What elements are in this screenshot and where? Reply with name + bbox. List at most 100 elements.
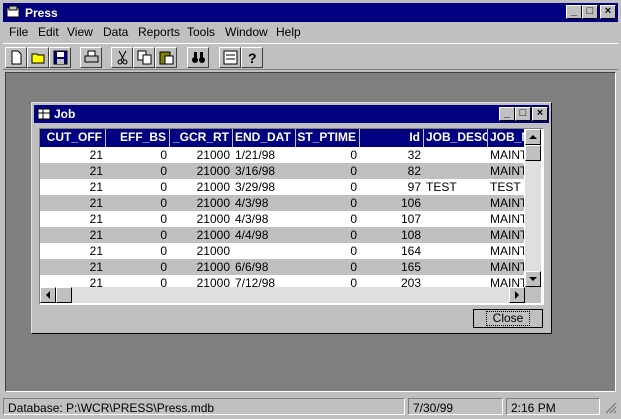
- job-minimize-button[interactable]: _: [499, 107, 515, 121]
- print-button[interactable]: [80, 47, 102, 68]
- column-header[interactable]: _GCR_RT: [170, 129, 233, 147]
- save-button[interactable]: [49, 47, 71, 68]
- find-button[interactable]: [187, 47, 209, 68]
- table-cell[interactable]: [424, 243, 488, 259]
- column-header[interactable]: END_DAT: [233, 129, 296, 147]
- table-cell[interactable]: 21: [40, 259, 106, 275]
- table-cell[interactable]: 21000: [170, 147, 233, 163]
- menu-reports[interactable]: Reports: [138, 25, 180, 39]
- table-cell[interactable]: 21: [40, 243, 106, 259]
- vertical-scrollbar[interactable]: [525, 129, 541, 287]
- job-close-icon-button[interactable]: ×: [532, 107, 548, 121]
- table-cell[interactable]: 21000: [170, 227, 233, 243]
- table-cell[interactable]: 0: [296, 147, 360, 163]
- table-cell[interactable]: 21: [40, 147, 106, 163]
- table-cell[interactable]: 0: [296, 195, 360, 211]
- table-cell[interactable]: MAINT: [488, 163, 524, 179]
- scroll-left-button[interactable]: [40, 287, 56, 303]
- table-cell[interactable]: 4/3/98: [233, 211, 296, 227]
- table-cell[interactable]: 1/21/98: [233, 147, 296, 163]
- table-cell[interactable]: TEST: [424, 179, 488, 195]
- table-cell[interactable]: 21: [40, 227, 106, 243]
- close-window-button[interactable]: ×: [600, 5, 616, 19]
- table-cell[interactable]: 3/16/98: [233, 163, 296, 179]
- help-button[interactable]: ?: [241, 47, 263, 68]
- table-cell[interactable]: 108: [360, 227, 424, 243]
- horizontal-scroll-thumb[interactable]: [56, 287, 72, 303]
- table-cell[interactable]: 21000: [170, 163, 233, 179]
- table-cell[interactable]: 0: [106, 211, 170, 227]
- job-maximize-button[interactable]: □: [515, 107, 531, 121]
- table-cell[interactable]: 21: [40, 179, 106, 195]
- table-cell[interactable]: 0: [296, 243, 360, 259]
- table-cell[interactable]: MAINT: [488, 147, 524, 163]
- menu-view[interactable]: View: [67, 25, 93, 39]
- table-cell[interactable]: 164: [360, 243, 424, 259]
- table-cell[interactable]: 97: [360, 179, 424, 195]
- menu-edit[interactable]: Edit: [38, 25, 59, 39]
- table-cell[interactable]: 21000: [170, 259, 233, 275]
- menu-tools[interactable]: Tools: [187, 25, 215, 39]
- table-cell[interactable]: MAINT: [488, 227, 524, 243]
- column-header[interactable]: ST_PTIME: [296, 129, 360, 147]
- horizontal-scrollbar[interactable]: [40, 287, 525, 303]
- table-cell[interactable]: [424, 211, 488, 227]
- menu-file[interactable]: File: [9, 25, 28, 39]
- table-cell[interactable]: 21000: [170, 243, 233, 259]
- table-cell[interactable]: 21: [40, 195, 106, 211]
- properties-button[interactable]: [219, 47, 241, 68]
- menu-window[interactable]: Window: [225, 25, 268, 39]
- open-button[interactable]: [27, 47, 49, 68]
- column-header[interactable]: JOB_DESC: [424, 129, 488, 147]
- job-window-title-bar[interactable]: Job _ □ ×: [34, 105, 549, 123]
- table-cell[interactable]: 0: [106, 259, 170, 275]
- table-row[interactable]: 21 0 21000 4/3/98 0 106 MAINT: [40, 195, 524, 211]
- job-grid[interactable]: CUT_OFF EFF_BS _GCR_RT END_DAT ST_PTIME …: [39, 128, 544, 305]
- table-cell[interactable]: 4/3/98: [233, 195, 296, 211]
- vertical-scroll-thumb[interactable]: [525, 145, 541, 161]
- table-cell[interactable]: 82: [360, 163, 424, 179]
- table-cell[interactable]: 0: [106, 163, 170, 179]
- table-cell[interactable]: [424, 259, 488, 275]
- column-header[interactable]: CUT_OFF: [40, 129, 106, 147]
- menu-data[interactable]: Data: [103, 25, 128, 39]
- table-cell[interactable]: MAINT: [488, 195, 524, 211]
- table-cell[interactable]: [424, 227, 488, 243]
- table-cell[interactable]: [424, 195, 488, 211]
- scroll-up-button[interactable]: [525, 129, 541, 145]
- table-cell[interactable]: 21: [40, 163, 106, 179]
- table-cell[interactable]: [424, 163, 488, 179]
- table-row[interactable]: 21 0 21000 6/6/98 0 165 MAINT: [40, 259, 524, 275]
- table-row[interactable]: 21 0 21000 4/4/98 0 108 MAINT: [40, 227, 524, 243]
- column-header[interactable]: JOB_N: [488, 129, 524, 147]
- table-cell[interactable]: [424, 147, 488, 163]
- table-cell[interactable]: 0: [296, 259, 360, 275]
- table-row[interactable]: 21 0 21000 3/16/98 0 82 MAINT: [40, 163, 524, 179]
- table-row[interactable]: 21 0 21000 1/21/98 0 32 MAINT: [40, 147, 524, 163]
- table-cell[interactable]: 0: [106, 227, 170, 243]
- close-button[interactable]: Close: [473, 309, 543, 328]
- table-cell[interactable]: 21000: [170, 195, 233, 211]
- table-cell[interactable]: MAINT: [488, 259, 524, 275]
- table-cell[interactable]: 6/6/98: [233, 259, 296, 275]
- table-cell[interactable]: 21000: [170, 179, 233, 195]
- copy-button[interactable]: [133, 47, 155, 68]
- paste-button[interactable]: [155, 47, 177, 68]
- cut-button[interactable]: [111, 47, 133, 68]
- title-bar[interactable]: Press _ □ ×: [3, 3, 618, 22]
- maximize-button[interactable]: □: [582, 5, 598, 19]
- table-cell[interactable]: 3/29/98: [233, 179, 296, 195]
- table-row[interactable]: 21 0 21000 4/3/98 0 107 MAINT: [40, 211, 524, 227]
- table-cell[interactable]: 21: [40, 211, 106, 227]
- table-cell[interactable]: 0: [296, 163, 360, 179]
- table-cell[interactable]: 107: [360, 211, 424, 227]
- menu-help[interactable]: Help: [276, 25, 301, 39]
- column-header[interactable]: Id: [360, 129, 424, 147]
- table-cell[interactable]: 0: [106, 179, 170, 195]
- table-cell[interactable]: 106: [360, 195, 424, 211]
- table-cell[interactable]: [233, 243, 296, 259]
- new-button[interactable]: [5, 47, 27, 68]
- table-cell[interactable]: 0: [106, 147, 170, 163]
- table-cell[interactable]: 32: [360, 147, 424, 163]
- table-cell[interactable]: MAINT: [488, 243, 524, 259]
